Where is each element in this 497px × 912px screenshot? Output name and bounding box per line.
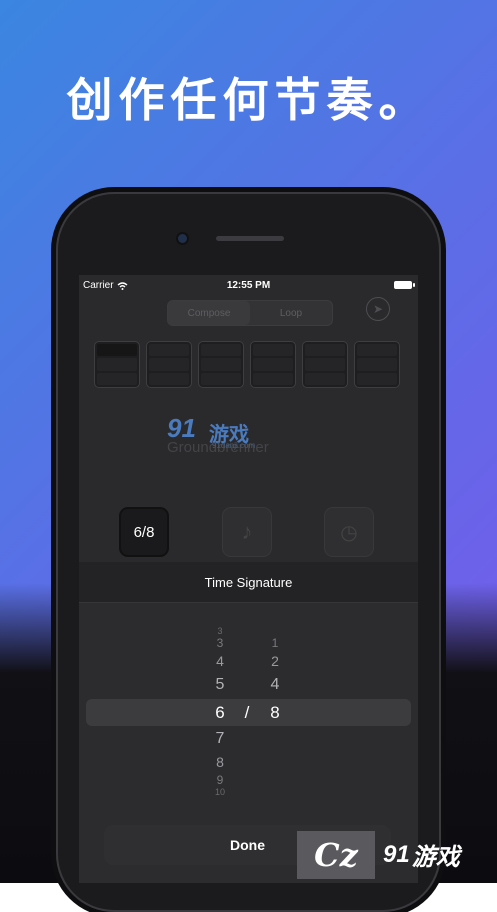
segment-loop[interactable]: Loop	[250, 301, 332, 325]
numerator-option[interactable]: 3	[210, 626, 230, 636]
compass-icon[interactable]: ➤	[366, 297, 390, 321]
denominator-option[interactable]: 2	[265, 653, 285, 669]
beat-pad[interactable]	[198, 341, 244, 388]
beat-pad[interactable]	[94, 341, 140, 388]
picker-row[interactable]: 4 2	[79, 653, 418, 675]
watermark-logo-number: 91	[167, 413, 196, 443]
headline: 创作任何节奏。	[66, 73, 431, 127]
app-screen: Carrier 12:55 PM Compose Loop ➤ Groundbr…	[79, 275, 418, 883]
sheet-title: Time Signature	[79, 562, 418, 603]
segment-compose[interactable]: Compose	[168, 301, 250, 325]
numerator-option[interactable]: 7	[210, 730, 230, 748]
picker-row[interactable]: 5 4	[79, 676, 418, 698]
beat-pads	[94, 341, 402, 388]
status-time: 12:55 PM	[226, 280, 271, 291]
beat-pad[interactable]	[250, 341, 296, 388]
selected-numerator[interactable]: 6	[210, 703, 230, 723]
clock-icon[interactable]: ◷	[324, 507, 374, 557]
numerator-option[interactable]: 9	[210, 773, 230, 787]
picker-row[interactable]: 10	[79, 787, 418, 809]
denominator-option[interactable]: 1	[265, 636, 285, 650]
numerator-option[interactable]: 3	[210, 636, 230, 650]
numerator-option[interactable]: 5	[210, 676, 230, 694]
beat-pad[interactable]	[354, 341, 400, 388]
beat-pad[interactable]	[146, 341, 192, 388]
selected-denominator[interactable]: 8	[265, 703, 285, 723]
camera-icon	[178, 234, 187, 243]
watermark-badge-icon: Cz	[297, 830, 375, 879]
speaker-grille	[216, 236, 284, 241]
battery-icon	[394, 281, 415, 289]
time-signature-button[interactable]: 6/8	[119, 507, 169, 557]
denominator-option[interactable]: 4	[265, 676, 285, 694]
numerator-option[interactable]: 8	[210, 754, 230, 770]
corner-watermark-text: 游戏	[411, 844, 460, 871]
picker-row[interactable]: 7	[79, 730, 418, 752]
numerator-option[interactable]: 4	[210, 653, 230, 669]
corner-watermark-number: 91	[383, 840, 410, 868]
mode-segmented-control[interactable]: Compose Loop	[167, 300, 333, 326]
music-note-icon[interactable]: ♪	[222, 507, 272, 557]
watermark-logo-domain: 91danji.com	[212, 441, 256, 450]
status-bar: Carrier 12:55 PM	[79, 275, 418, 297]
numerator-option[interactable]: 10	[210, 787, 230, 797]
corner-watermark: Cz 91 游戏	[297, 826, 497, 883]
beat-pad[interactable]	[302, 341, 348, 388]
picker-separator: /	[244, 703, 250, 722]
